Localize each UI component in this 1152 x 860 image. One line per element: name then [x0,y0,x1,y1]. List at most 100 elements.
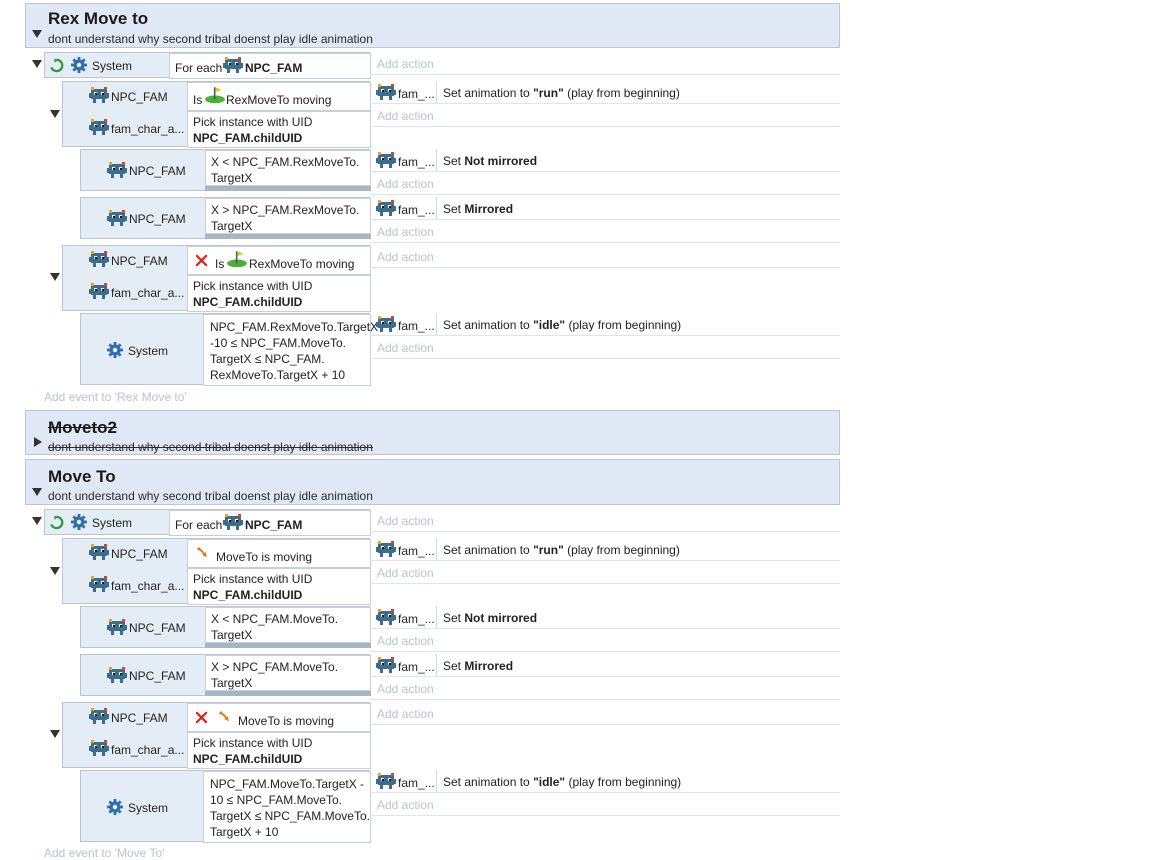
add-action-link[interactable]: Add action [377,225,434,239]
action-text: Set animation to "idle" (play from begin… [443,775,682,789]
npc-sprite-icon [107,162,127,178]
add-action-link[interactable]: Add action [377,250,434,264]
action-row[interactable]: fam_... Set Mirrored [370,654,840,677]
fam-sprite-icon [89,283,109,299]
action-row: Add action [370,561,840,584]
event-block[interactable]: NPC_FAM fam_char_a... MoveTo is moving P… [62,702,371,769]
event-group-moveto2[interactable]: Moveto2 dont understand why second triba… [25,410,840,455]
collapse-group-toggle-icon[interactable] [32,488,42,496]
action-text: Set animation to "run" (play from beginn… [443,86,680,100]
event-block[interactable]: NPC_FAM X > NPC_FAM.MoveTo. TargetX [80,654,371,696]
action-row[interactable]: fam_... Set animation to "idle" (play fr… [370,313,840,336]
action-row: Add action [370,793,840,816]
fam-sprite-icon [376,316,396,332]
collapse-group-toggle-icon[interactable] [32,30,42,38]
for-each-text: For each [175,61,223,75]
add-action-link[interactable]: Add action [377,177,434,191]
add-action-link[interactable]: Add action [377,57,434,71]
condition[interactable]: For each NPC_FAM [169,510,371,536]
action-row: Add action [370,336,840,359]
condition-text: NPC_FAM.MoveTo.TargetX - [210,777,365,791]
action-row: Add action [370,509,840,532]
action-row[interactable]: fam_... Set animation to "run" (play fro… [370,81,840,104]
condition[interactable]: Pick instance with UID NPC_FAM.childUID [187,568,371,605]
condition-text: X > NPC_FAM.RexMoveTo. [211,203,360,217]
npc-sprite-icon [89,544,109,560]
condition[interactable]: X < NPC_FAM.MoveTo. TargetX [205,607,371,643]
event-block[interactable]: System NPC_FAM.RexMoveTo.TargetX -10 ≤ N… [80,313,378,386]
action-text: Set Mirrored [443,202,514,216]
add-event-link[interactable]: Add event to 'Rex Move to' [44,390,187,404]
event-block[interactable]: System NPC_FAM.MoveTo.TargetX - 10 ≤ NPC… [80,770,371,843]
condition[interactable]: MoveTo is moving [187,539,371,568]
event-block[interactable]: NPC_FAM X > NPC_FAM.RexMoveTo. TargetX [80,197,371,239]
add-action-link[interactable]: Add action [377,798,434,812]
add-event-link[interactable]: Add event to 'Move To' [44,846,164,860]
condition[interactable]: Pick instance with UID NPC_FAM.childUID [187,732,371,769]
condition[interactable]: X > NPC_FAM.MoveTo. TargetX [205,655,371,691]
action-row[interactable]: fam_... Set Not mirrored [370,606,840,629]
collapse-event-toggle-icon[interactable] [50,110,60,118]
condition-value: NPC_FAM.childUID [193,752,303,766]
event-block[interactable]: NPC_FAM fam_char_a... Is RexMoveTo movin… [62,81,371,148]
add-action-link[interactable]: Add action [377,566,434,580]
condition[interactable]: Pick instance with UID NPC_FAM.childUID [187,275,371,312]
invert-x-icon [195,254,208,267]
condition[interactable]: Is RexMoveTo moving [187,246,371,275]
event-block[interactable]: NPC_FAM X < NPC_FAM.MoveTo. TargetX [80,606,371,648]
action-row[interactable]: fam_... Set Mirrored [370,197,840,220]
npc-sprite-icon [107,667,127,683]
action-object: fam_... [398,155,435,169]
add-action-link[interactable]: Add action [377,514,434,528]
condition[interactable]: NPC_FAM.MoveTo.TargetX - 10 ≤ NPC_FAM.Mo… [203,771,371,843]
npc-sprite-icon [107,210,127,226]
action-row[interactable]: fam_... Set animation to "idle" (play fr… [370,770,840,793]
action-row[interactable]: fam_... Set animation to "run" (play fro… [370,538,840,561]
object-label: fam_char_a... [111,579,185,593]
fam-sprite-icon [89,119,109,135]
condition[interactable]: X < NPC_FAM.RexMoveTo. TargetX [205,150,371,186]
event-group-move-to[interactable]: Move To dont understand why second triba… [25,459,840,505]
golf-flag-icon [204,86,226,104]
npc-sprite-icon [107,619,127,635]
action-object: fam_... [398,612,435,626]
add-action-link[interactable]: Add action [377,682,434,696]
collapse-event-toggle-icon[interactable] [32,60,42,68]
condition[interactable]: NPC_FAM.RexMoveTo.TargetX -10 ≤ NPC_FAM.… [203,314,378,386]
action-object: fam_... [398,776,435,790]
npc-sprite-icon [89,251,109,267]
action-text: Set animation to "run" (play from beginn… [443,543,680,557]
object-label: NPC_FAM [111,90,168,104]
action-text: Set Not mirrored [443,611,538,625]
event-block[interactable]: NPC_FAM fam_char_a... Is RexMoveTo movin… [62,245,371,312]
action-row: Add action [370,172,840,195]
event-block[interactable]: NPC_FAM fam_char_a... MoveTo is moving P… [62,538,371,605]
collapse-event-toggle-icon[interactable] [50,567,60,575]
action-row[interactable]: fam_... Set Not mirrored [370,149,840,172]
condition-text: TargetX [211,219,253,233]
event-block[interactable]: System For each NPC_FAM [44,509,371,536]
event-block[interactable]: NPC_FAM X < NPC_FAM.RexMoveTo. TargetX [80,149,371,191]
condition[interactable]: For each NPC_FAM [169,53,371,79]
add-action-link[interactable]: Add action [377,707,434,721]
collapse-event-toggle-icon[interactable] [50,273,60,281]
action-object: fam_... [398,203,435,217]
object-label: NPC_FAM [111,711,168,725]
add-action-link[interactable]: Add action [377,634,434,648]
collapse-event-toggle-icon[interactable] [50,730,60,738]
condition-text: TargetX ≤ NPC_FAM.MoveTo. [210,809,370,823]
add-action-link[interactable]: Add action [377,109,434,123]
golf-flag-icon [226,250,248,268]
event-group-rex-move-to[interactable]: Rex Move to dont understand why second t… [25,3,840,48]
fam-sprite-icon [376,200,396,216]
condition[interactable]: X > NPC_FAM.RexMoveTo. TargetX [205,198,371,234]
add-action-link[interactable]: Add action [377,341,434,355]
condition[interactable]: Pick instance with UID NPC_FAM.childUID [187,111,371,148]
condition[interactable]: Is RexMoveTo moving [187,82,371,111]
group-description: dont understand why second tribal doenst… [48,489,373,503]
condition[interactable]: MoveTo is moving [187,703,371,732]
npc-sprite-icon [89,708,109,724]
expand-group-toggle-icon[interactable] [34,437,42,447]
event-block[interactable]: System For each NPC_FAM [44,52,371,79]
collapse-event-toggle-icon[interactable] [32,517,42,525]
